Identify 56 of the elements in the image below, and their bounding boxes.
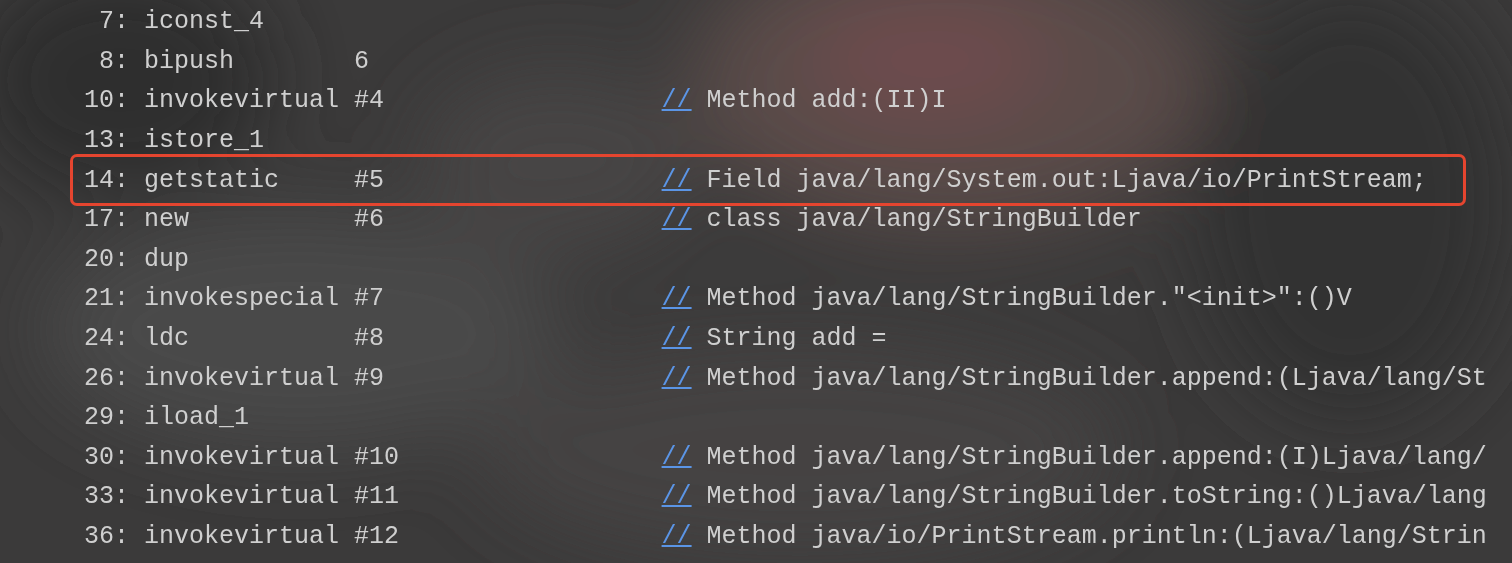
line-number: 26:	[84, 363, 129, 393]
comment-marker: //	[661, 363, 692, 393]
line-number: 10:	[84, 86, 129, 116]
opcode: dup	[144, 244, 190, 274]
comment: Method java/lang/StringBuilder.toString:()Ljava/lang	[706, 482, 1488, 512]
comment-marker: //	[661, 284, 692, 314]
operand: #8	[354, 324, 386, 354]
line-number: 24:	[84, 324, 129, 354]
operand: #9	[354, 363, 386, 393]
comment: String add =	[706, 324, 888, 354]
opcode: invokevirtual	[144, 482, 341, 512]
opcode: bipush	[144, 46, 235, 76]
comment: Method java/lang/StringBuilder."<init>":()V	[706, 284, 1353, 314]
comment: Method java/io/PrintStream.println:(Ljava/lang/Strin	[706, 522, 1488, 551]
comment-marker: //	[661, 522, 692, 551]
line-number: 20:	[84, 244, 129, 274]
opcode: invokevirtual	[144, 363, 341, 393]
comment-marker: //	[661, 86, 692, 116]
opcode: invokevirtual	[144, 522, 341, 551]
line-number: 13:	[84, 126, 129, 156]
opcode: iload_1	[144, 403, 251, 433]
operand: #7	[354, 284, 386, 314]
operand: #10	[354, 442, 401, 472]
opcode: iconst_4	[144, 7, 266, 37]
comment-marker: //	[661, 482, 692, 512]
opcode: invokevirtual	[144, 86, 341, 116]
comment: class java/lang/StringBuilder	[706, 205, 1143, 235]
comment-marker: //	[661, 205, 692, 235]
operand: #11	[354, 482, 401, 512]
comment-marker: //	[661, 165, 692, 195]
comment-marker: //	[661, 442, 692, 472]
comment-marker: //	[661, 324, 692, 354]
opcode: ldc	[144, 324, 190, 354]
operand: #4	[354, 86, 386, 116]
opcode: invokespecial	[144, 284, 341, 314]
comment: Method java/lang/StringBuilder.append:(I)Ljava/lang/	[706, 442, 1488, 472]
operand: 6	[354, 46, 371, 76]
opcode: invokevirtual	[144, 442, 341, 472]
comment: Field java/lang/System.out:Ljava/io/PrintStream;	[706, 165, 1428, 195]
line-number: 21:	[84, 284, 129, 314]
line-number: 8:	[98, 46, 129, 76]
line-number: 17:	[84, 205, 129, 235]
operand: #6	[354, 205, 386, 235]
opcode: getstatic	[144, 165, 281, 195]
operand: #5	[354, 165, 386, 195]
opcode: new	[144, 205, 190, 235]
line-number: 36:	[84, 522, 129, 551]
line-number: 29:	[84, 403, 129, 433]
opcode: istore_1	[144, 126, 266, 156]
comment: Method add:(II)I	[706, 86, 948, 116]
line-number: 14:	[84, 165, 129, 195]
comment: Method java/lang/StringBuilder.append:(Ljava/lang/St	[706, 363, 1488, 393]
operand: #12	[354, 522, 401, 551]
line-number: 33:	[84, 482, 129, 512]
line-number: 30:	[84, 442, 129, 472]
line-number: 7:	[98, 7, 129, 37]
